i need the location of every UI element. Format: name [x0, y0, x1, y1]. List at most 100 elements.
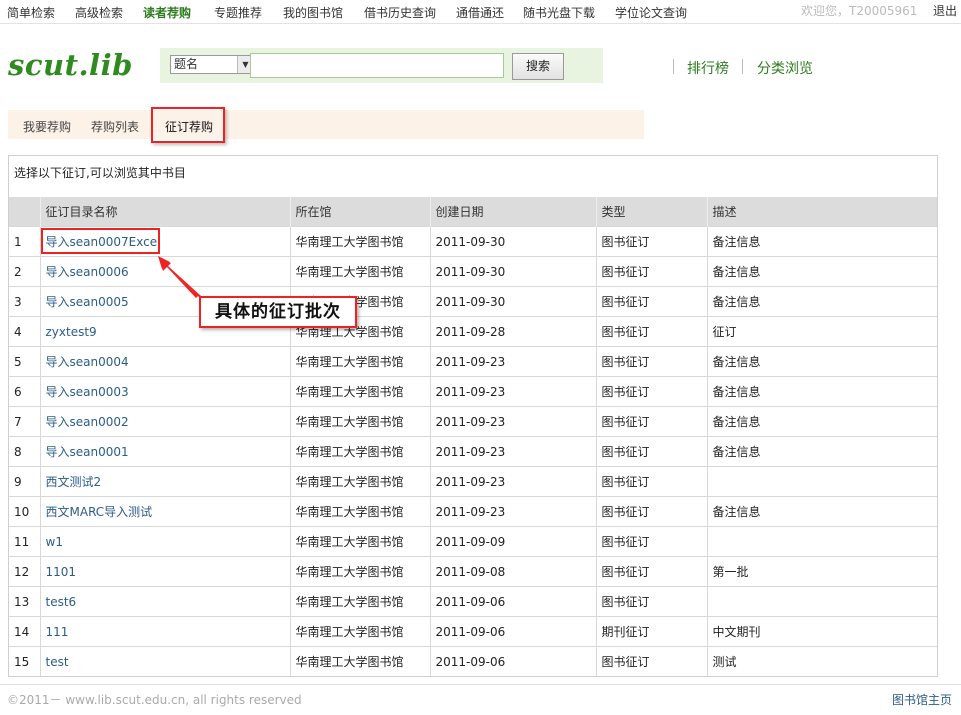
table-row: 5 导入sean0004 华南理工大学图书馆 2011-09-23 图书征订 备注信息 — [9, 346, 937, 377]
catalog-name-link[interactable]: 1101 — [39, 556, 290, 587]
date-cell: 2011-09-23 — [429, 406, 596, 437]
header-divider — [742, 59, 743, 74]
type-cell: 图书征订 — [595, 496, 707, 527]
type-cell: 图书征订 — [595, 406, 707, 437]
site-logo[interactable]: scut.lib — [8, 48, 133, 82]
search-input[interactable] — [250, 53, 504, 78]
row-index: 12 — [9, 556, 40, 587]
library-cell: 华南理工大学图书馆 — [289, 586, 430, 617]
col-header-date: 创建日期 — [429, 197, 596, 227]
row-index: 2 — [9, 256, 40, 287]
description-cell: 备注信息 — [706, 376, 937, 407]
table-row: 7 导入sean0002 华南理工大学图书馆 2011-09-23 图书征订 备注信息 — [9, 406, 937, 437]
description-cell: 备注信息 — [706, 436, 937, 467]
table-row: 2 导入sean0006 华南理工大学图书馆 2011-09-30 图书征订 备注信息 — [9, 256, 937, 287]
type-cell: 图书征订 — [595, 586, 707, 617]
panel-intro: 选择以下征订,可以浏览其中书目 — [14, 166, 186, 180]
nav-cd-download[interactable]: 随书光盘下载 — [523, 4, 595, 21]
top-divider — [0, 23, 961, 24]
date-cell: 2011-09-06 — [429, 586, 596, 617]
library-cell: 华南理工大学图书馆 — [289, 616, 430, 647]
table-row: 15 test 华南理工大学图书馆 2011-09-06 图书征订 测试 — [9, 646, 937, 676]
catalog-name-link[interactable]: 导入sean0002 — [39, 406, 290, 437]
row-index: 6 — [9, 376, 40, 407]
nav-simple-search[interactable]: 简单检索 — [7, 4, 55, 21]
catalog-name-link[interactable]: test6 — [39, 586, 290, 617]
table-row: 4 zyxtest9 华南理工大学图书馆 2011-09-28 图书征订 征订 — [9, 316, 937, 347]
tab-recommend-list[interactable]: 荐购列表 — [91, 118, 139, 135]
nav-my-library[interactable]: 我的图书馆 — [283, 4, 343, 21]
description-cell: 备注信息 — [706, 346, 937, 377]
catalog-name-link[interactable]: 导入sean0001 — [39, 436, 290, 467]
table-row: 12 1101 华南理工大学图书馆 2011-09-08 图书征订 第一批 — [9, 556, 937, 587]
date-cell: 2011-09-09 — [429, 526, 596, 557]
library-cell: 华南理工大学图书馆 — [289, 376, 430, 407]
type-cell: 图书征订 — [595, 316, 707, 347]
footer-divider — [0, 684, 961, 685]
nav-thesis-search[interactable]: 学位论文查询 — [615, 4, 687, 21]
row-index: 11 — [9, 526, 40, 557]
nav-topic-recommend[interactable]: 专题推荐 — [214, 4, 262, 21]
tab-bar: 我要荐购 荐购列表 征订荐购 — [8, 110, 644, 139]
library-cell: 华南理工大学图书馆 — [289, 406, 430, 437]
welcome-text: 欢迎您，T20005961 — [801, 4, 918, 18]
catalog-name-link[interactable]: 导入sean0003 — [39, 376, 290, 407]
catalog-name-link[interactable]: 西文MARC导入测试 — [39, 496, 290, 527]
footer-copyright: ©2011－ www.lib.scut.edu.cn, all rights r… — [7, 693, 302, 707]
description-cell — [706, 586, 937, 617]
library-cell: 华南理工大学图书馆 — [289, 436, 430, 467]
description-cell — [706, 466, 937, 497]
row-highlight-box — [41, 228, 160, 254]
col-header-description: 描述 — [706, 197, 937, 227]
date-cell: 2011-09-23 — [429, 436, 596, 467]
type-cell: 图书征订 — [595, 376, 707, 407]
description-cell: 备注信息 — [706, 286, 937, 317]
table-row: 11 w1 华南理工大学图书馆 2011-09-09 图书征订 — [9, 526, 937, 557]
description-cell: 备注信息 — [706, 226, 937, 257]
date-cell: 2011-09-23 — [429, 466, 596, 497]
top-nav: 简单检索 高级检索 读者荐购 专题推荐 我的图书馆 借书历史查询 通借通还 随书… — [0, 0, 961, 24]
table-header-row: 征订目录名称 所在馆 创建日期 类型 描述 — [9, 197, 937, 227]
table-row: 10 西文MARC导入测试 华南理工大学图书馆 2011-09-23 图书征订 备注信息 — [9, 496, 937, 527]
description-cell: 第一批 — [706, 556, 937, 587]
row-index: 1 — [9, 226, 40, 257]
date-cell: 2011-09-06 — [429, 646, 596, 676]
catalog-name-link[interactable]: 西文测试2 — [39, 466, 290, 497]
catalog-name-link[interactable]: test — [39, 646, 290, 676]
table-row: 6 导入sean0003 华南理工大学图书馆 2011-09-23 图书征订 备注信息 — [9, 376, 937, 407]
catalog-name-link[interactable]: 导入sean0004 — [39, 346, 290, 377]
date-cell: 2011-09-28 — [429, 316, 596, 347]
search-field-select[interactable]: 题名 ▼ — [170, 55, 254, 74]
description-cell: 中文期刊 — [706, 616, 937, 647]
catalog-name-link[interactable]: w1 — [39, 526, 290, 557]
description-cell: 测试 — [706, 646, 937, 676]
library-cell: 华南理工大学图书馆 — [289, 226, 430, 257]
catalog-name-link[interactable]: 111 — [39, 616, 290, 647]
nav-advanced-search[interactable]: 高级检索 — [75, 4, 123, 21]
table-row: 8 导入sean0001 华南理工大学图书馆 2011-09-23 图书征订 备注信息 — [9, 436, 937, 467]
type-cell: 期刊征订 — [595, 616, 707, 647]
row-index: 9 — [9, 466, 40, 497]
nav-interlibrary[interactable]: 通借通还 — [456, 4, 504, 21]
search-button[interactable]: 搜索 — [512, 53, 564, 80]
nav-borrow-history[interactable]: 借书历史查询 — [364, 4, 436, 21]
description-cell: 备注信息 — [706, 496, 937, 527]
date-cell: 2011-09-23 — [429, 496, 596, 527]
ranking-link[interactable]: 排行榜 — [687, 58, 729, 78]
description-cell: 征订 — [706, 316, 937, 347]
type-cell: 图书征订 — [595, 346, 707, 377]
col-header-type: 类型 — [595, 197, 707, 227]
tab-recommend[interactable]: 我要荐购 — [23, 118, 71, 135]
library-cell: 华南理工大学图书馆 — [289, 556, 430, 587]
category-browse-link[interactable]: 分类浏览 — [757, 58, 813, 78]
description-cell: 备注信息 — [706, 256, 937, 287]
nav-reader-recommend[interactable]: 读者荐购 — [143, 4, 191, 21]
date-cell: 2011-09-30 — [429, 226, 596, 257]
row-index: 14 — [9, 616, 40, 647]
logout-link[interactable]: 退出 — [933, 2, 957, 19]
type-cell: 图书征订 — [595, 256, 707, 287]
library-cell: 华南理工大学图书馆 — [289, 526, 430, 557]
library-home-link[interactable]: 图书馆主页 — [892, 691, 952, 708]
tab-highlight-box — [151, 107, 225, 143]
row-index: 5 — [9, 346, 40, 377]
